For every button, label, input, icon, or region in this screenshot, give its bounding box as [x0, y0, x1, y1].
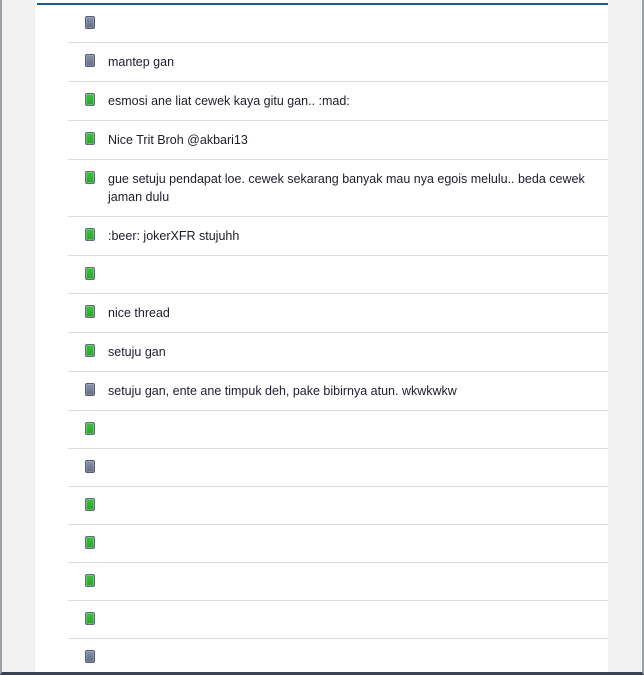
- reply-text: :beer: jokerXFR stujuhh: [108, 229, 240, 243]
- post-icon-green[interactable]: [85, 267, 95, 280]
- reply-row[interactable]: mantep gan: [68, 43, 608, 82]
- reply-row[interactable]: [68, 601, 608, 639]
- post-icon-green[interactable]: [85, 574, 95, 587]
- reply-row[interactable]: esmosi ane liat cewek kaya gitu gan.. :m…: [68, 82, 608, 121]
- reply-row[interactable]: [68, 563, 608, 601]
- reply-text: setuju gan: [108, 345, 166, 359]
- reply-row[interactable]: :beer: jokerXFR stujuhh: [68, 217, 608, 256]
- post-icon-green[interactable]: [85, 498, 95, 511]
- post-icon-green[interactable]: [85, 228, 95, 241]
- reply-row[interactable]: nice thread: [68, 294, 608, 333]
- reply-row[interactable]: [68, 525, 608, 563]
- post-icon-gray[interactable]: [85, 460, 95, 473]
- post-icon-gray[interactable]: [85, 54, 95, 67]
- reply-row[interactable]: [68, 5, 608, 43]
- reply-row[interactable]: [68, 411, 608, 449]
- content-column: mantep gan esmosi ane liat cewek kaya git…: [35, 0, 608, 672]
- page-gutter-right: [606, 0, 642, 672]
- reply-row[interactable]: setuju gan, ente ane timpuk deh, pake bi…: [68, 372, 608, 411]
- reply-list: mantep gan esmosi ane liat cewek kaya git…: [68, 5, 608, 672]
- reply-text: gue setuju pendapat loe. cewek sekarang …: [108, 172, 585, 204]
- reply-row[interactable]: Nice Trit Broh @akbari13: [68, 121, 608, 160]
- post-icon-green[interactable]: [85, 132, 95, 145]
- page-gutter-left: [2, 0, 34, 672]
- reply-row[interactable]: [68, 639, 608, 672]
- reply-row[interactable]: [68, 256, 608, 294]
- reply-row[interactable]: gue setuju pendapat loe. cewek sekarang …: [68, 160, 608, 217]
- post-icon-green[interactable]: [85, 536, 95, 549]
- reply-text: Nice Trit Broh @akbari13: [108, 133, 248, 147]
- post-icon-green[interactable]: [85, 422, 95, 435]
- post-icon-gray[interactable]: [85, 16, 95, 29]
- reply-text: nice thread: [108, 306, 170, 320]
- post-icon-gray[interactable]: [85, 650, 95, 663]
- browser-window: mantep gan esmosi ane liat cewek kaya git…: [0, 0, 644, 675]
- reply-text: setuju gan, ente ane timpuk deh, pake bi…: [108, 384, 457, 398]
- post-icon-green[interactable]: [85, 612, 95, 625]
- post-icon-gray[interactable]: [85, 383, 95, 396]
- post-icon-green[interactable]: [85, 305, 95, 318]
- reply-row[interactable]: [68, 449, 608, 487]
- post-icon-green[interactable]: [85, 344, 95, 357]
- reply-row[interactable]: [68, 487, 608, 525]
- reply-text: mantep gan: [108, 55, 175, 69]
- reply-text: esmosi ane liat cewek kaya gitu gan.. :m…: [108, 94, 350, 108]
- reply-row[interactable]: setuju gan: [68, 333, 608, 372]
- top-accent-rule: [37, 3, 608, 5]
- post-icon-green[interactable]: [85, 171, 95, 184]
- post-icon-green[interactable]: [85, 93, 95, 106]
